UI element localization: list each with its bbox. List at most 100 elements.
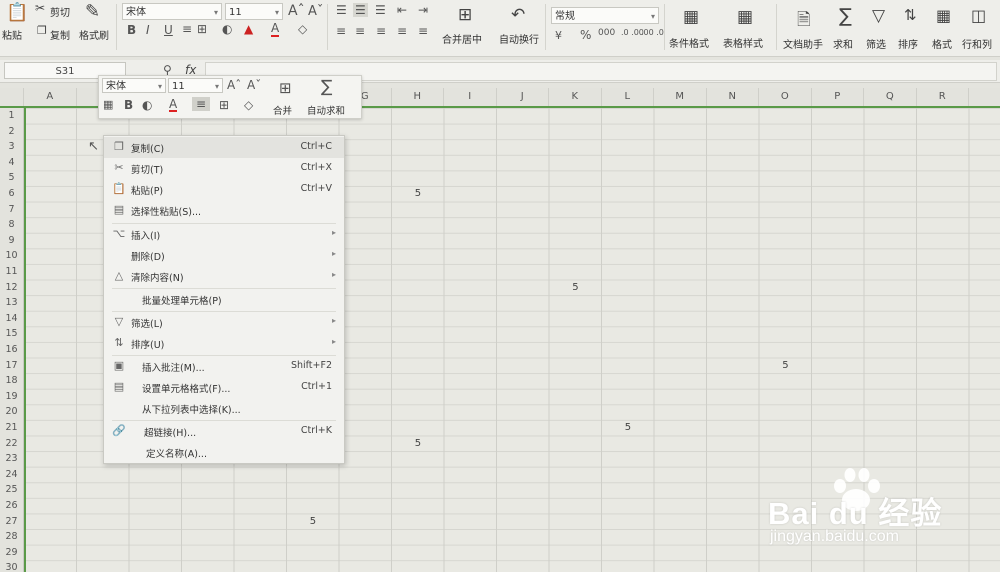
autosum-button[interactable]: 自动求和 <box>307 103 345 117</box>
chevron-down-icon: ▾ <box>274 8 279 17</box>
strikethrough-icon[interactable]: ≡ <box>182 22 192 36</box>
border-icon[interactable]: ⊞ <box>219 98 229 112</box>
format-painter-button[interactable]: 格式刷 <box>79 27 109 42</box>
cell-value[interactable]: 5 <box>572 282 578 293</box>
distributed-icon[interactable]: ≡ <box>418 24 428 38</box>
wrap-text-icon[interactable]: ↶ <box>511 5 525 25</box>
wrap-text-button[interactable]: 自动换行 <box>499 31 539 46</box>
chevron-right-icon: ▸ <box>331 337 336 346</box>
sort-button[interactable]: 排序 <box>898 36 918 51</box>
rows-cols-button[interactable]: 行和列 <box>962 36 992 51</box>
justify-icon[interactable]: ≡ <box>397 24 407 38</box>
conditional-format-button[interactable]: 条件格式 <box>669 35 709 50</box>
chevron-down-icon: ▾ <box>214 82 219 91</box>
format-icon[interactable]: ▦ <box>936 6 951 25</box>
doc-helper-button[interactable]: 文档助手 <box>783 36 823 51</box>
fill-color-icon[interactable]: ◐ <box>222 22 232 36</box>
filter-icon[interactable]: ▽ <box>872 6 885 26</box>
menu-item-insert[interactable]: ⌥ 插入(I) ▸ <box>104 224 344 245</box>
menu-item-insert-comment[interactable]: ▣ 插入批注(M)... Shift+F2 <box>104 356 344 377</box>
font-color-icon[interactable]: A <box>169 98 178 112</box>
cell-value[interactable]: 5 <box>415 188 421 199</box>
cell-value[interactable]: 5 <box>782 360 788 371</box>
table-style-icon[interactable]: ▦ <box>737 7 753 27</box>
font-shrink-icon[interactable]: Aˇ <box>308 4 323 19</box>
format-painter-icon[interactable]: ✎ <box>85 1 100 22</box>
menu-item-cut[interactable]: ✂ 剪切(T) Ctrl+X <box>104 158 344 179</box>
menu-item-format-cells[interactable]: ▤ 设置单元格格式(F)... Ctrl+1 <box>104 377 344 398</box>
font-grow-icon[interactable]: Aˆ <box>227 78 241 92</box>
filter-button[interactable]: 筛选 <box>866 36 886 51</box>
mini-font-name-select[interactable]: 宋体 ▾ <box>102 78 166 93</box>
align-middle-icon[interactable]: ☰ <box>353 3 368 17</box>
scissors-icon[interactable]: ✂ <box>35 1 45 15</box>
bold-icon[interactable]: B <box>127 23 136 37</box>
font-grow-icon[interactable]: Aˆ <box>288 3 305 19</box>
table-style-button[interactable]: 表格样式 <box>723 35 763 50</box>
conditional-format-icon[interactable]: ▦ <box>683 7 699 27</box>
rows-cols-icon[interactable]: ◫ <box>971 6 986 25</box>
align-center-icon[interactable]: ≡ <box>355 24 365 38</box>
bold-icon[interactable]: B <box>124 98 133 112</box>
align-top-icon[interactable]: ☰ <box>336 3 347 17</box>
border-icon[interactable]: ⊞ <box>197 22 207 36</box>
currency-icon[interactable]: ¥ <box>555 29 562 42</box>
cell-value[interactable]: 5 <box>310 516 316 527</box>
sum-icon[interactable]: ∑ <box>839 5 852 27</box>
decrease-decimal-icon[interactable]: .00 .0 <box>641 28 664 37</box>
merge-button[interactable]: 合并 <box>273 103 292 117</box>
clear-format-icon[interactable]: ◇ <box>244 98 253 112</box>
copy-icon: ❐ <box>114 140 124 153</box>
font-size-select[interactable]: 11 ▾ <box>225 3 283 20</box>
align-bottom-icon[interactable]: ☰ <box>375 3 386 17</box>
cut-button[interactable]: 剪切 <box>50 4 70 19</box>
menu-item-filter[interactable]: ▽ 筛选(L) ▸ <box>104 312 344 333</box>
font-name-select[interactable]: 宋体 ▾ <box>122 3 222 20</box>
menu-item-define-name[interactable]: 定义名称(A)... <box>104 442 344 463</box>
doc-helper-icon[interactable]: 🗎 <box>797 7 811 36</box>
menu-item-hyperlink[interactable]: 🔗 超链接(H)... Ctrl+K <box>104 421 344 442</box>
menu-item-batch-process[interactable]: 批量处理单元格(P) <box>104 289 344 310</box>
mini-font-name-value: 宋体 <box>106 81 126 92</box>
sort-icon[interactable]: ⇅ <box>904 6 917 24</box>
menu-item-sort[interactable]: ⇅ 排序(U) ▸ <box>104 333 344 354</box>
menu-item-copy[interactable]: ❐ 复制(C) Ctrl+C <box>104 137 344 158</box>
format-button[interactable]: 格式 <box>932 36 952 51</box>
font-color-icon[interactable]: ▲ <box>244 22 253 36</box>
align-icon[interactable]: ≡ <box>192 97 211 111</box>
paste-icon[interactable]: 📋 <box>6 2 28 23</box>
merge-center-button[interactable]: 合并居中 <box>442 31 482 46</box>
percent-icon[interactable]: % <box>580 28 591 42</box>
underline-icon[interactable]: U <box>164 23 173 37</box>
italic-icon[interactable]: I <box>146 23 150 37</box>
cell-value[interactable]: 5 <box>415 438 421 449</box>
sum-button[interactable]: 求和 <box>833 36 853 51</box>
cell-value[interactable]: 5 <box>625 422 631 433</box>
menu-item-clear-contents[interactable]: △ 清除内容(N) ▸ <box>104 266 344 287</box>
mini-font-size-select[interactable]: 11 ▾ <box>168 78 223 93</box>
menu-item-pick-from-list[interactable]: 从下拉列表中选择(K)... <box>104 398 344 419</box>
menu-item-paste[interactable]: 📋 粘贴(P) Ctrl+V <box>104 179 344 200</box>
sum-icon[interactable]: ∑ <box>321 77 332 97</box>
merge-icon[interactable]: ⊞ <box>458 5 472 25</box>
indent-decrease-icon[interactable]: ⇤ <box>397 3 407 17</box>
text-color-icon[interactable]: A <box>271 22 280 37</box>
merge-icon[interactable]: ⊞ <box>279 79 292 97</box>
clear-icon[interactable]: ◇ <box>298 22 307 36</box>
align-right-icon[interactable]: ≡ <box>376 24 386 38</box>
number-format-select[interactable]: 常规 ▾ <box>551 7 659 24</box>
thousands-icon[interactable]: 000 <box>598 28 615 38</box>
format-brush-icon[interactable]: ▦ <box>103 98 113 111</box>
watermark-brand: Bai du 经验 <box>768 496 943 531</box>
fill-color-icon[interactable]: ◐ <box>142 98 152 112</box>
menu-item-paste-special[interactable]: ▤ 选择性粘贴(S)... <box>104 200 344 221</box>
font-name-value: 宋体 <box>126 7 146 18</box>
menu-item-label: 筛选(L) <box>131 319 163 330</box>
copy-button[interactable]: 复制 <box>50 27 70 42</box>
indent-increase-icon[interactable]: ⇥ <box>418 3 428 17</box>
copy-icon[interactable]: ❐ <box>37 24 47 37</box>
font-shrink-icon[interactable]: Aˇ <box>247 78 261 92</box>
menu-item-delete[interactable]: 删除(D) ▸ <box>104 245 344 266</box>
paste-button[interactable]: 粘贴 <box>2 27 22 42</box>
align-left-icon[interactable]: ≡ <box>336 24 346 38</box>
